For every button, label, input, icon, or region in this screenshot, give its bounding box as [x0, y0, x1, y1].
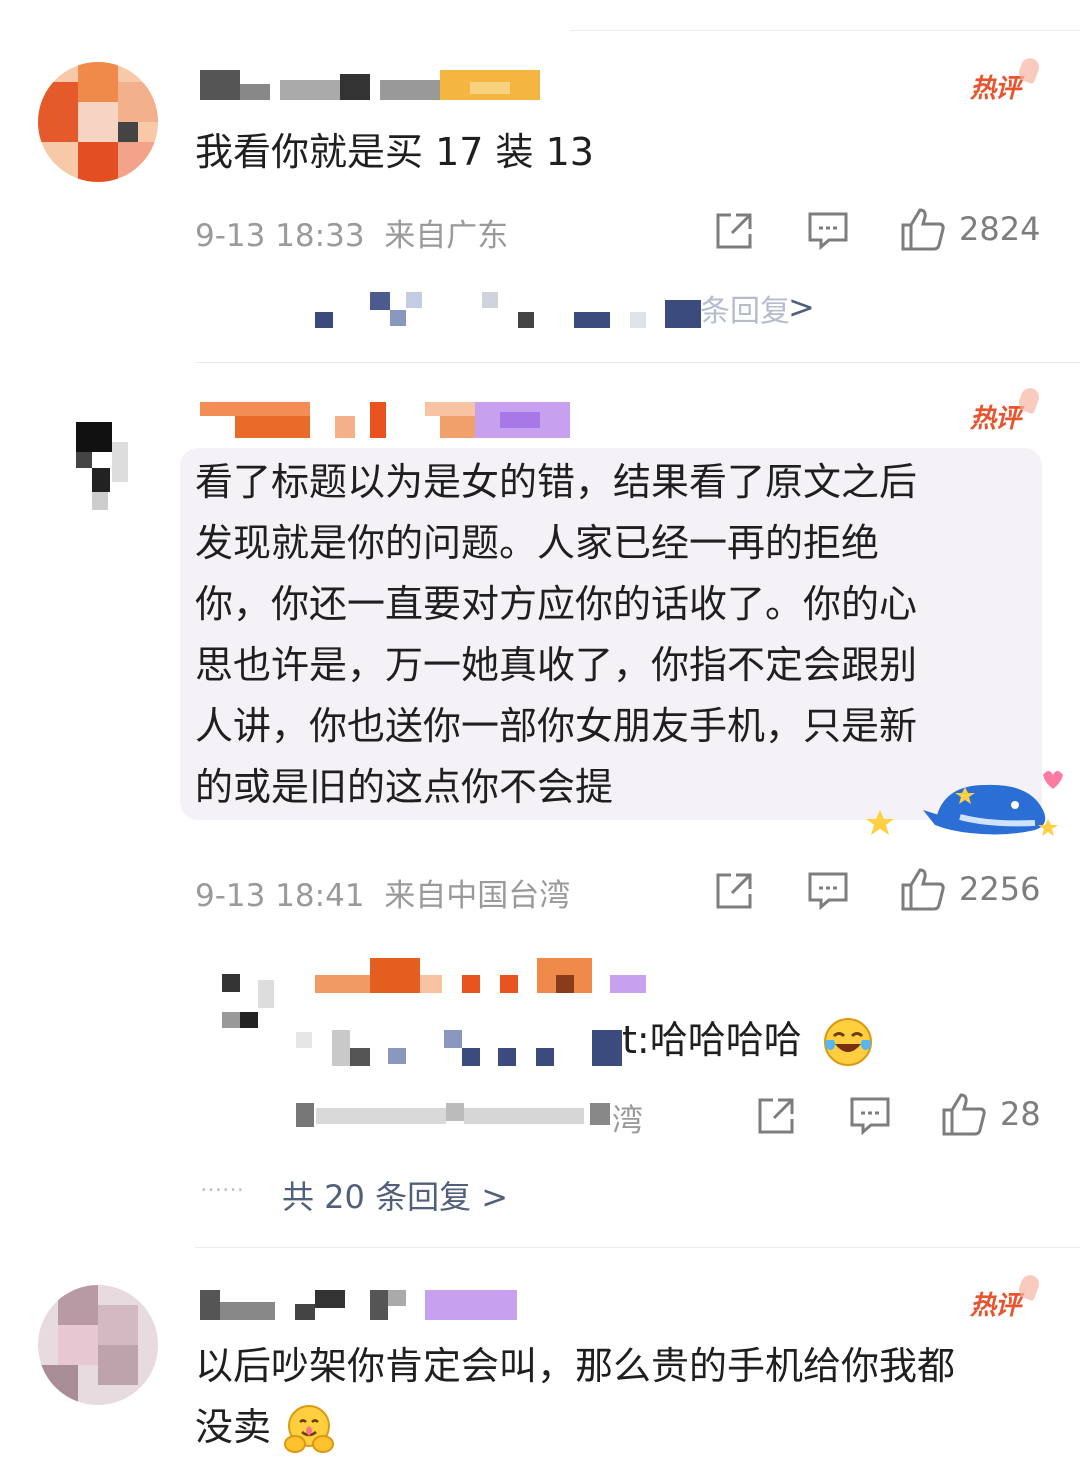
comment-icon[interactable] [807, 871, 849, 911]
hot-comment-badge: 热评 [970, 385, 1042, 435]
username-pixelated[interactable] [200, 1290, 520, 1324]
hugging-emoji [284, 1405, 334, 1453]
laughing-crying-emoji [824, 1018, 872, 1066]
like-icon[interactable] [900, 207, 946, 251]
like-count: 28 [1000, 1095, 1041, 1133]
like-count: 2824 [959, 210, 1041, 248]
avatar[interactable] [38, 392, 158, 512]
avatar[interactable] [38, 62, 158, 182]
divider [195, 1247, 1080, 1248]
username-pixelated[interactable] [200, 402, 580, 438]
dots: …… [200, 1172, 244, 1197]
reply-text: t:哈哈哈哈 [622, 1018, 802, 1062]
username-pixelated[interactable] [200, 70, 540, 104]
comment-meta: 9-13 18:33 来自广东 [195, 218, 509, 254]
divider [195, 362, 1080, 363]
comment-text: 我看你就是买 17 装 13 [195, 130, 594, 174]
comment-meta: 9-13 18:41 来自中国台湾 [195, 878, 571, 914]
whale-sticker [866, 771, 1063, 836]
avatar[interactable] [38, 1285, 158, 1405]
share-icon[interactable] [714, 871, 754, 911]
share-icon[interactable] [714, 211, 754, 251]
like-icon[interactable] [941, 1092, 987, 1136]
view-all-replies-link[interactable]: 共 20 条回复 > [282, 1172, 508, 1218]
hot-comment-badge: 热评 [970, 1272, 1042, 1322]
comment-icon[interactable] [807, 211, 849, 251]
hot-comment-badge: 热评 [970, 55, 1042, 105]
share-icon[interactable] [756, 1096, 796, 1136]
comment-icon[interactable] [849, 1096, 891, 1136]
top-divider [570, 30, 1080, 31]
like-icon[interactable] [900, 867, 946, 911]
like-count: 2256 [959, 870, 1041, 908]
